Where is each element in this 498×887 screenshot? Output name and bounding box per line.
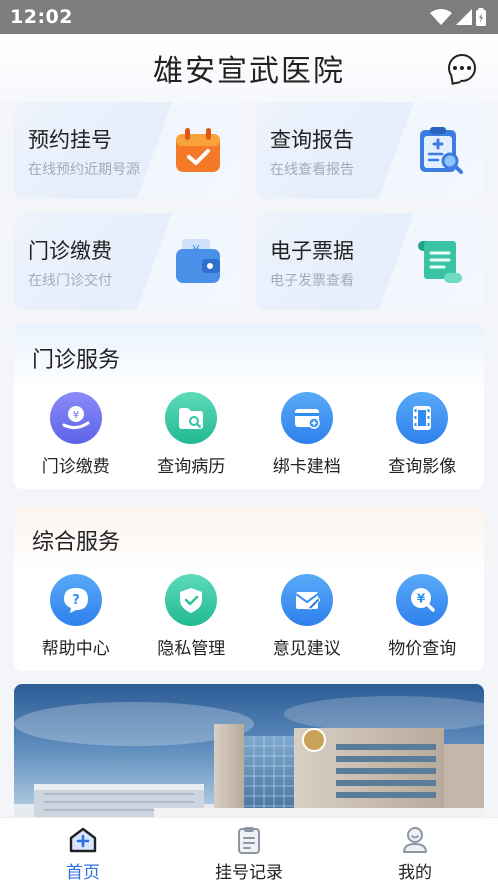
- service-label: 意见建议: [272, 639, 341, 659]
- svg-text:?: ?: [72, 593, 80, 608]
- card-plus-icon: [280, 392, 333, 444]
- service-label: 查询病历: [157, 457, 226, 477]
- hospital-building-image: [14, 696, 484, 817]
- clipboard-list-icon: [238, 827, 260, 854]
- outpatient-services-section: 门诊服务 ¥ 门诊缴费 查询病历 绑卡建档 查询影像: [14, 324, 484, 489]
- service-privacy[interactable]: 隐私管理: [136, 574, 246, 659]
- home-content[interactable]: 预约挂号 在线预约近期号源 查询报告 在线查看报告 门诊缴费 在线门诊交付 ¥: [0, 102, 498, 817]
- quick-card-title: 查询报告: [270, 128, 354, 152]
- help-icon: ?: [49, 574, 102, 626]
- service-help-center[interactable]: ? 帮助中心: [21, 574, 131, 659]
- status-bar: 12:02: [0, 0, 498, 34]
- quick-card-title: 电子票据: [270, 239, 354, 263]
- quick-card-title: 门诊缴费: [28, 239, 112, 263]
- nav-registration-records[interactable]: 挂号记录: [189, 818, 309, 887]
- quick-card-title: 预约挂号: [28, 128, 112, 152]
- quick-card-payment[interactable]: 门诊缴费 在线门诊交付 ¥: [14, 213, 242, 310]
- nav-profile[interactable]: 我的: [355, 818, 475, 887]
- service-price-query[interactable]: ¥ 物价查询: [367, 574, 477, 659]
- yuan-hand-icon: ¥: [49, 392, 102, 444]
- service-label: 绑卡建档: [272, 457, 341, 477]
- status-time: 12:02: [10, 6, 73, 28]
- status-icons: [430, 8, 486, 26]
- calendar-icon: [176, 128, 220, 172]
- nav-home[interactable]: 首页: [23, 818, 143, 887]
- nav-label: 首页: [66, 863, 100, 883]
- film-icon: [396, 392, 449, 444]
- shield-check-icon: [165, 574, 218, 626]
- price-search-icon: ¥: [396, 574, 449, 626]
- service-outpatient-payment[interactable]: ¥ 门诊缴费: [21, 392, 131, 477]
- section-title: 综合服务: [14, 506, 484, 574]
- svg-text:¥: ¥: [73, 410, 79, 421]
- wifi-icon: [430, 9, 452, 25]
- service-feedback[interactable]: 意见建议: [252, 574, 362, 659]
- service-bind-card[interactable]: 绑卡建档: [252, 392, 362, 477]
- home-plus-icon: [69, 827, 97, 853]
- service-label: 隐私管理: [157, 639, 226, 659]
- hospital-banner[interactable]: [14, 684, 484, 817]
- service-label: 门诊缴费: [41, 457, 110, 477]
- quick-card-report[interactable]: 查询报告 在线查看报告: [256, 102, 484, 199]
- folder-search-icon: [165, 392, 218, 444]
- report-clipboard-icon: [420, 127, 463, 174]
- mail-edit-icon: [280, 574, 333, 626]
- quick-card-subtitle: 电子发票查看: [270, 273, 354, 289]
- nav-label: 挂号记录: [215, 863, 283, 883]
- app-header: 雄安宣武医院: [0, 34, 498, 102]
- quick-card-appointment[interactable]: 预约挂号 在线预约近期号源: [14, 102, 242, 199]
- general-services-section: 综合服务 ? 帮助中心 隐私管理 意见建议 ¥ 物价查询: [14, 506, 484, 671]
- page-title: 雄安宣武医院: [153, 54, 345, 89]
- service-label: 物价查询: [388, 639, 457, 659]
- svg-text:¥: ¥: [417, 592, 426, 606]
- quick-card-subtitle: 在线查看报告: [270, 162, 354, 178]
- quick-card-e-invoice[interactable]: 电子票据 电子发票查看: [256, 213, 484, 310]
- service-label: 查询影像: [388, 457, 457, 477]
- quick-card-subtitle: 在线预约近期号源: [28, 162, 140, 178]
- scroll-icon: [418, 241, 462, 283]
- wallet-icon: ¥: [176, 239, 220, 283]
- quick-card-subtitle: 在线门诊交付: [28, 273, 112, 289]
- nav-label: 我的: [398, 863, 432, 883]
- service-query-images[interactable]: 查询影像: [367, 392, 477, 477]
- bottom-nav: 首页 挂号记录 我的: [0, 817, 498, 887]
- service-medical-records[interactable]: 查询病历: [136, 392, 246, 477]
- chat-bubble-icon[interactable]: [448, 54, 476, 82]
- user-icon: [403, 827, 427, 853]
- battery-icon: [476, 8, 486, 26]
- service-label: 帮助中心: [41, 639, 110, 659]
- signal-icon: [456, 9, 472, 25]
- section-title: 门诊服务: [14, 324, 484, 392]
